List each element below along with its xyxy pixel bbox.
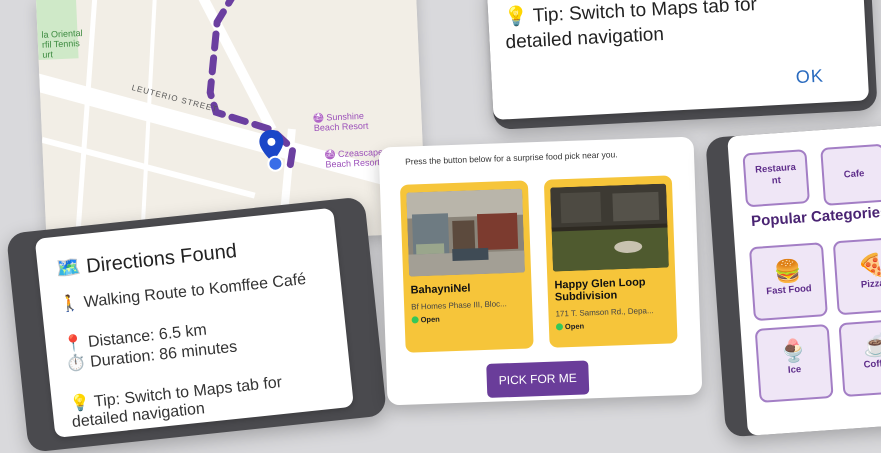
food-pick-name: Happy Glen Loop Subdivision — [554, 276, 646, 304]
location-pin-icon[interactable] — [258, 129, 286, 174]
popular-categories-title: Popular Categories — [750, 203, 881, 231]
food-pick-name: BahayniNel — [410, 282, 471, 297]
pin-icon: 📍 — [63, 334, 85, 354]
food-hint: Press the button below for a surprise fo… — [404, 149, 618, 167]
ok-button[interactable]: OK — [795, 66, 824, 88]
map-poi-czeascape[interactable]: ⛱ Czeascape Beach Resort — [324, 137, 383, 170]
category-ice[interactable]: 🍨 Ice — [754, 323, 834, 403]
map-poi-sunshine[interactable]: ⛱ Sunshine Beach Resort — [313, 101, 369, 133]
food-pick-card[interactable]: BahayniNel Bf Homes Phase III, Bloc... O… — [399, 180, 534, 353]
food-pick-card[interactable]: Happy Glen Loop Subdivision 171 T. Samso… — [543, 175, 678, 348]
open-dot-icon — [411, 316, 419, 324]
beach-icon: ⛱ — [313, 112, 324, 124]
tip-dialog: 💡 Tip: Switch to Maps tab for detailed n… — [486, 0, 870, 120]
category-cafe[interactable]: Cafe — [820, 143, 881, 206]
tip-message: 💡 Tip: Switch to Maps tab for detailed n… — [503, 0, 758, 54]
food-pick-address: 171 T. Samson Rd., Depa... — [555, 306, 654, 319]
open-status: Open — [411, 315, 440, 325]
category-fast-food[interactable]: 🍔 Fast Food — [748, 242, 828, 322]
open-dot-icon — [555, 323, 564, 331]
directions-dialog: 🗺️ Directions Found 🚶 Walking Route to K… — [34, 207, 354, 438]
walking-icon: 🚶 — [58, 294, 81, 314]
directions-title: 🗺️ Directions Found — [54, 240, 238, 281]
map-icon: 🗺️ — [54, 256, 82, 281]
surprise-food-card: Press the button below for a surprise fo… — [378, 136, 703, 406]
food-pick-photo — [406, 188, 526, 277]
food-pick-address: Bf Homes Phase III, Bloc... — [411, 299, 507, 312]
food-pick-photo — [550, 183, 669, 272]
tip-dialog-backdrop: 💡 Tip: Switch to Maps tab for detailed n… — [486, 0, 878, 130]
directions-dialog-backdrop: 🗺️ Directions Found 🚶 Walking Route to K… — [6, 196, 388, 453]
pick-for-me-button[interactable]: PICK FOR ME — [486, 360, 590, 398]
categories-panel: Restaura nt Cafe Popular Categories 🍔 Fa… — [727, 123, 881, 436]
lightbulb-icon: 💡 — [69, 394, 91, 414]
pizza-icon: 🍕 — [856, 251, 881, 279]
beach-icon: ⛱ — [324, 149, 336, 160]
categories-backdrop: Restaura nt Cafe Popular Categories 🍔 Fa… — [705, 122, 881, 438]
open-status: Open — [555, 322, 584, 332]
coffee-icon: ☕ — [862, 331, 881, 359]
map-place-label: la Oriental rfil Tennis urt — [41, 28, 83, 60]
category-pizza[interactable]: 🍕 Pizza — [832, 236, 881, 316]
stopwatch-icon: ⏱️ — [65, 354, 87, 374]
lightbulb-icon: 💡 — [503, 6, 529, 29]
category-coffee[interactable]: ☕ Coffee — [838, 318, 881, 398]
category-restaurant[interactable]: Restaura nt — [742, 149, 810, 208]
